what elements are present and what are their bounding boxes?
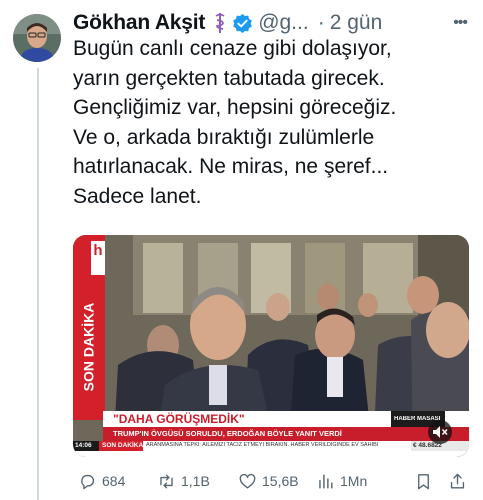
reply-icon (81, 474, 95, 489)
tweet-text-line: Ve o, arkada bıraktığı zulümlerle (73, 125, 375, 149)
verified-badge-icon[interactable] (232, 13, 253, 34)
repost-icon (160, 473, 173, 489)
timestamp[interactable]: 2 gün (330, 11, 383, 35)
views-button[interactable]: 1Mn (316, 469, 367, 493)
repost-button[interactable]: 1,1B (157, 469, 210, 493)
like-button[interactable]: 15,6B (238, 469, 299, 493)
ticker-text: ARANMASINA TEPKİ: AİLEMİZİ TACİZ ETMEYİ … (146, 442, 379, 448)
tweet-text-line: Bugün canlı cenaze gibi dolaşıyor, (73, 37, 392, 60)
reply-button[interactable]: 684 (78, 469, 125, 493)
more-options-icon[interactable]: ••• (453, 14, 468, 32)
ticker-value: € 48.6822 (413, 442, 442, 449)
tweet-text-line: Sadece lanet. (73, 184, 202, 208)
avatar-image (13, 14, 61, 62)
video-headline: "DAHA GÖRÜŞMEDİK" (113, 412, 245, 426)
thread-line (37, 68, 39, 500)
share-icon (450, 473, 465, 489)
separator-dot: · (317, 11, 325, 34)
share-button[interactable] (448, 469, 472, 493)
bookmark-button[interactable] (414, 469, 438, 493)
staff-of-asclepius-icon (215, 13, 225, 33)
video-corner-label: HABER MASASI (394, 416, 441, 422)
video-subheadline: TRUMP'IN ÖVGÜSÜ SORULDU, ERDOĞAN BÖYLE Y… (113, 429, 342, 438)
tweet-header: Gökhan Akşit @g... · 2 gün ••• (73, 9, 475, 37)
action-bar: 684 1,1B 15,6B 1Mn (70, 469, 480, 493)
tweet-text-line: Gençliğimiz var, hepsini göreceğiz. (73, 96, 397, 120)
son-dakika-side-banner: SON DAKİKA (80, 302, 97, 392)
tweet-text: Bugün canlı cenaze gibi dolaşıyor, yarın… (73, 34, 478, 212)
view-count: 1Mn (340, 473, 368, 489)
heart-icon (239, 473, 256, 489)
views-bar-chart-icon (319, 473, 333, 489)
avatar[interactable] (13, 14, 61, 62)
author-handle[interactable]: @g... (258, 11, 309, 35)
tweet-video[interactable]: h SON DAKİKA "DAHA GÖRÜŞMEDİK" HABER MAS… (73, 235, 469, 457)
repost-count: 1,1B (181, 473, 210, 489)
speaker-muted-icon[interactable] (432, 425, 448, 439)
ticker-label: SON DAKİKA (102, 442, 144, 449)
ticker-time: 14:06 (75, 442, 92, 449)
like-count: 15,6B (262, 473, 299, 489)
reply-count: 684 (102, 473, 126, 489)
channel-logo: h (91, 243, 105, 258)
tweet-text-line: hatırlanacak. Ne miras, ne şeref... (73, 155, 389, 179)
tweet-text-line: yarın gerçekten tabutada girecek. (73, 66, 385, 90)
author-name[interactable]: Gökhan Akşit (73, 11, 205, 35)
bookmark-icon (418, 473, 429, 489)
channel-logo-letter: h (93, 242, 103, 259)
